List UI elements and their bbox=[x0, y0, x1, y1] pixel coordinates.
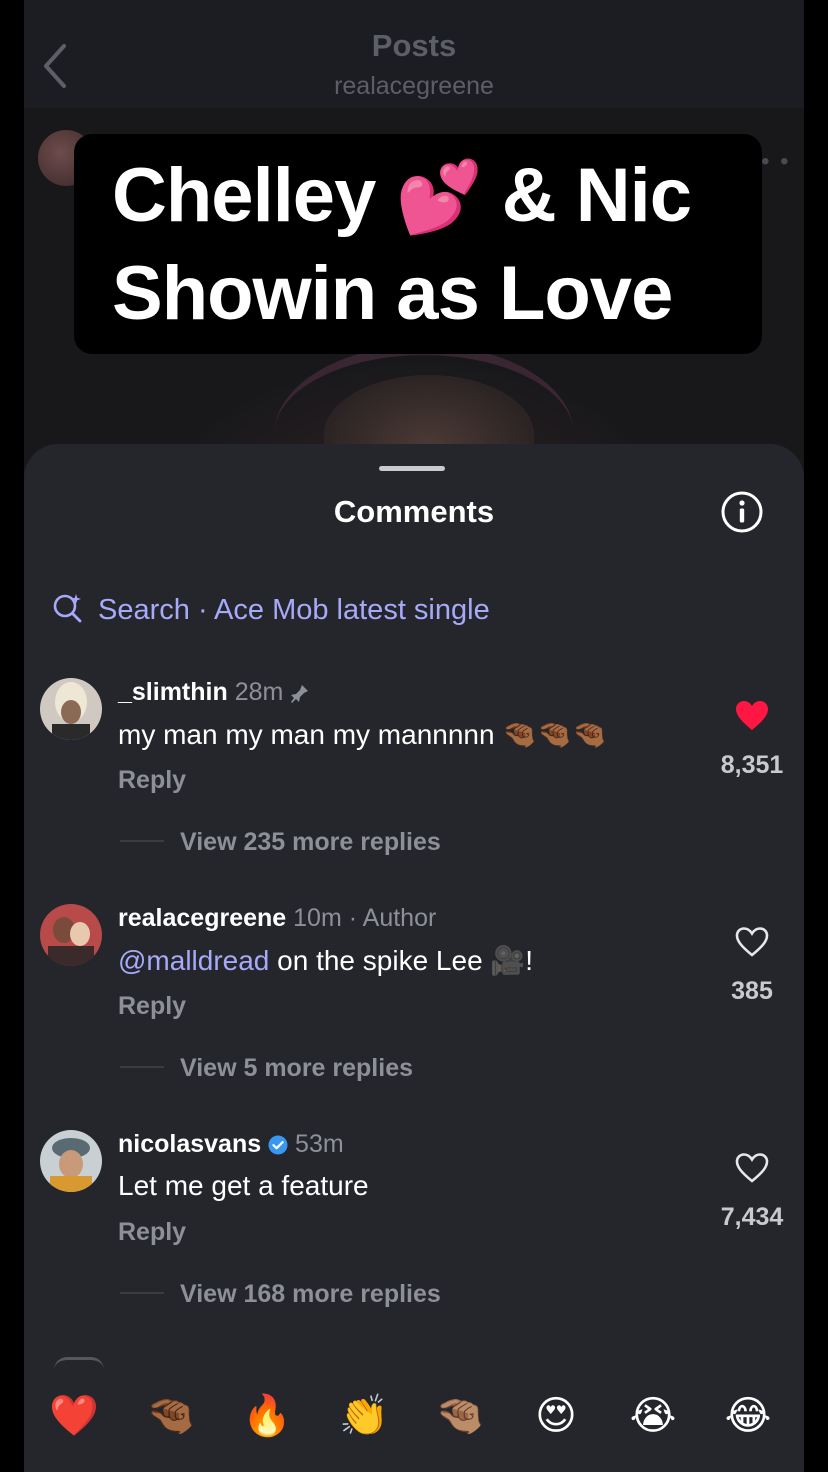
comment-meta: nicolasvans 53m bbox=[118, 1130, 344, 1162]
view-replies-button[interactable]: View 5 more replies bbox=[120, 1054, 413, 1083]
comment-item: _slimthin 28m my man my man my mannnnn 🤏… bbox=[24, 678, 804, 898]
avatar[interactable] bbox=[40, 1130, 102, 1192]
next-comment-avatar-edge bbox=[54, 1357, 104, 1370]
page-subtitle-username[interactable]: realacegreene bbox=[24, 72, 804, 101]
thread-line bbox=[120, 1066, 164, 1068]
like-button[interactable]: 7,434 bbox=[712, 1152, 792, 1232]
comment-meta: _slimthin 28m bbox=[118, 678, 310, 710]
reply-button[interactable]: Reply bbox=[118, 1218, 186, 1247]
like-button[interactable]: 8,351 bbox=[712, 700, 792, 780]
page-title: Posts bbox=[371, 28, 457, 63]
caption-word-1: Chelley bbox=[112, 153, 376, 238]
reply-button[interactable]: Reply bbox=[118, 992, 186, 1021]
search-suggestion-link[interactable]: Search · Ace Mob latest single bbox=[52, 592, 490, 627]
caption-word-2: & Nic bbox=[501, 153, 692, 238]
sheet-drag-handle[interactable] bbox=[379, 466, 445, 471]
caption-line-1: Chelley 💕 & Nic bbox=[112, 152, 692, 239]
reply-button[interactable]: Reply bbox=[118, 766, 186, 795]
like-count: 7,434 bbox=[720, 1203, 784, 1231]
search-suggestion-text: Search · Ace Mob latest single bbox=[98, 594, 490, 626]
comment-item: realacegreene 10m · Author @malldread on… bbox=[24, 904, 804, 1124]
comment-time: 28m bbox=[234, 678, 284, 706]
comment-username[interactable]: _slimthin bbox=[118, 678, 228, 706]
view-replies-label: View 5 more replies bbox=[180, 1054, 413, 1082]
emoji-fire-button[interactable]: 🔥 bbox=[237, 1390, 297, 1442]
heart-filled-icon bbox=[736, 701, 768, 730]
avatar[interactable] bbox=[40, 904, 102, 966]
author-tag: Author bbox=[362, 904, 437, 932]
caption-overlay: Chelley 💕 & Nic Showin as Love bbox=[74, 134, 762, 354]
heart-outline-icon bbox=[735, 927, 769, 957]
comment-text: Let me get a feature bbox=[118, 1170, 369, 1201]
comment-text-body: on the spike Lee 🎥! bbox=[269, 945, 534, 976]
mention-link[interactable]: @malldread bbox=[118, 945, 269, 976]
top-bar: Posts realacegreene bbox=[24, 0, 804, 108]
like-count: 385 bbox=[731, 977, 773, 1005]
meta-separator: · bbox=[348, 904, 358, 932]
verified-badge-icon bbox=[268, 1133, 288, 1162]
sparkle-search-icon bbox=[52, 592, 84, 624]
comment-time: 53m bbox=[295, 1130, 344, 1158]
comment-text: @malldread on the spike Lee 🎥! bbox=[118, 944, 533, 977]
emoji-clapping-button[interactable]: 👏 bbox=[334, 1390, 394, 1442]
caption-line-2: Showin as Love bbox=[112, 251, 673, 336]
comment-time: 10m bbox=[293, 904, 342, 932]
info-icon[interactable] bbox=[720, 490, 764, 534]
view-replies-button[interactable]: View 168 more replies bbox=[120, 1280, 441, 1309]
sheet-title: Comments bbox=[333, 494, 495, 529]
emoji-laughing-button[interactable]: 😂 bbox=[718, 1390, 778, 1442]
emoji-quick-reactions: ❤️ 🤏🏾 🔥 👏 🤏🏽 😍 😭 😂 bbox=[24, 1390, 804, 1450]
view-replies-button[interactable]: View 235 more replies bbox=[120, 828, 441, 857]
emoji-red-heart-button[interactable]: ❤️ bbox=[44, 1390, 104, 1442]
comment-item: nicolasvans 53m Let me get a feature Rep… bbox=[24, 1130, 804, 1350]
emoji-pinching-hand-button[interactable]: 🤏🏾 bbox=[141, 1390, 201, 1442]
view-replies-label: View 235 more replies bbox=[180, 828, 441, 856]
comment-username[interactable]: nicolasvans bbox=[118, 1130, 261, 1158]
comment-meta: realacegreene 10m · Author bbox=[118, 904, 436, 933]
thread-line bbox=[120, 1292, 164, 1294]
view-replies-label: View 168 more replies bbox=[180, 1280, 441, 1308]
like-button[interactable]: 385 bbox=[712, 926, 792, 1006]
heart-outline-icon bbox=[735, 1153, 769, 1183]
two-hearts-icon: 💕 bbox=[395, 158, 482, 236]
emoji-pinching-hand-light-button[interactable]: 🤏🏽 bbox=[430, 1390, 490, 1442]
app-frame: Posts realacegreene • • • Chelley 💕 & Ni… bbox=[24, 0, 804, 1472]
avatar[interactable] bbox=[40, 678, 102, 740]
emoji-heart-eyes-button[interactable]: 😍 bbox=[526, 1390, 586, 1442]
pin-icon bbox=[290, 681, 310, 710]
emoji-crying-button[interactable]: 😭 bbox=[623, 1390, 683, 1442]
like-count: 8,351 bbox=[720, 751, 784, 779]
thread-line bbox=[120, 840, 164, 842]
comment-username[interactable]: realacegreene bbox=[118, 904, 286, 932]
comments-sheet: Comments Search · Ace Mob latest single bbox=[24, 444, 804, 1472]
comment-text: my man my man my mannnnn 🤏🏾🤏🏾🤏🏾 bbox=[118, 719, 607, 750]
